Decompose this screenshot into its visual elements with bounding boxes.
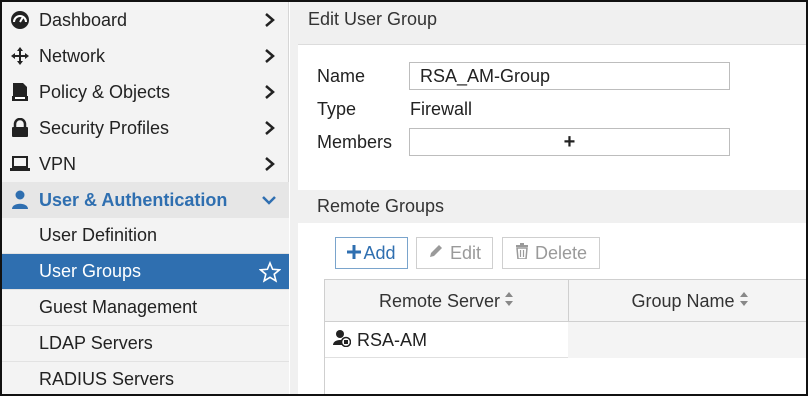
sidebar-subitem-label: User Groups — [39, 261, 142, 281]
laptop-icon — [9, 153, 31, 175]
edit-button-label: Edit — [449, 242, 482, 263]
sidebar-item-network[interactable]: Network — [2, 38, 289, 74]
sidebar-item-dashboard[interactable]: Dashboard — [2, 2, 289, 38]
type-value: Firewall — [410, 99, 473, 119]
delete-button[interactable]: Delete — [502, 237, 600, 269]
server-user-icon — [333, 329, 352, 352]
chevron-down-icon — [259, 190, 279, 210]
delete-button-label: Delete — [534, 242, 588, 263]
sidebar-subitem-guest-management[interactable]: Guest Management — [2, 290, 289, 326]
trash-icon — [515, 242, 529, 264]
sidebar-item-label: Security Profiles — [39, 117, 170, 138]
sidebar-subitem-label: Guest Management — [39, 297, 198, 317]
members-field[interactable]: + — [409, 128, 730, 156]
members-label: Members — [317, 132, 393, 152]
chevron-right-icon — [259, 154, 279, 174]
name-label: Name — [317, 66, 366, 86]
remote-groups-header: Remote Groups — [298, 190, 806, 223]
remote-groups-title: Remote Groups — [317, 196, 445, 216]
add-button[interactable]: Add — [335, 237, 408, 269]
sidebar-item-vpn[interactable]: VPN — [2, 146, 289, 182]
sidebar-subitem-user-definition[interactable]: User Definition — [2, 218, 289, 254]
sidebar-item-policy-objects[interactable]: Policy & Objects — [2, 74, 289, 110]
add-button-label: Add — [363, 242, 396, 263]
remote-server-cell: RSA-AM — [333, 322, 427, 358]
sidebar-item-label: VPN — [39, 153, 77, 174]
remote-groups-table: Remote Server Group Name RSA-AM — [324, 279, 806, 394]
sort-icon — [504, 291, 514, 312]
sidebar-subitem-label: LDAP Servers — [39, 333, 153, 353]
sidebar-subitem-radius-servers[interactable]: RADIUS Servers — [2, 362, 289, 394]
user-icon — [9, 189, 31, 211]
sidebar-item-label: Network — [39, 45, 106, 66]
plus-icon — [347, 243, 362, 264]
add-member-icon[interactable]: + — [564, 131, 576, 154]
move-arrows-icon — [9, 45, 31, 67]
name-input[interactable] — [409, 62, 730, 90]
edit-button[interactable]: Edit — [416, 237, 493, 269]
chevron-right-icon — [259, 118, 279, 138]
group-name-cell — [568, 322, 806, 358]
type-label: Type — [317, 99, 357, 119]
column-header-remote-server[interactable]: Remote Server — [325, 280, 568, 322]
sidebar-subitem-label: RADIUS Servers — [39, 369, 175, 389]
sidebar-item-user-authentication[interactable]: User & Authentication — [2, 182, 289, 218]
column-header-label: Group Name — [631, 290, 735, 311]
star-icon[interactable] — [258, 260, 282, 283]
sort-icon — [739, 291, 749, 312]
table-header: Remote Server Group Name — [325, 280, 806, 322]
chevron-right-icon — [259, 10, 279, 30]
sidebar-subitem-user-groups[interactable]: User Groups — [2, 254, 289, 290]
page-title: Edit User Group — [308, 9, 438, 29]
chevron-right-icon — [259, 46, 279, 66]
policy-icon — [9, 81, 31, 103]
table-row[interactable]: RSA-AM — [325, 322, 806, 358]
remote-server-name: RSA-AM — [357, 329, 428, 350]
chevron-right-icon — [259, 82, 279, 102]
app-frame: Dashboard Network Policy & Objects Secur… — [0, 0, 808, 396]
main-content: Edit User Group Name Type Firewall Membe… — [290, 2, 806, 394]
column-header-group-name[interactable]: Group Name — [569, 280, 806, 322]
dashboard-icon — [9, 9, 31, 31]
edit-form-panel: Name Type Firewall Members + Remote Grou… — [298, 44, 806, 394]
pencil-icon — [428, 243, 444, 264]
sidebar-item-label: Policy & Objects — [39, 81, 171, 102]
sidebar-subitem-ldap-servers[interactable]: LDAP Servers — [2, 326, 289, 362]
lock-icon — [9, 117, 31, 139]
sidebar-item-security-profiles[interactable]: Security Profiles — [2, 110, 289, 146]
column-header-label: Remote Server — [378, 290, 501, 311]
sidebar-item-label: User & Authentication — [39, 189, 228, 210]
sidebar-subitem-label: User Definition — [39, 225, 158, 245]
sidebar: Dashboard Network Policy & Objects Secur… — [2, 2, 289, 394]
sidebar-item-label: Dashboard — [39, 9, 128, 30]
